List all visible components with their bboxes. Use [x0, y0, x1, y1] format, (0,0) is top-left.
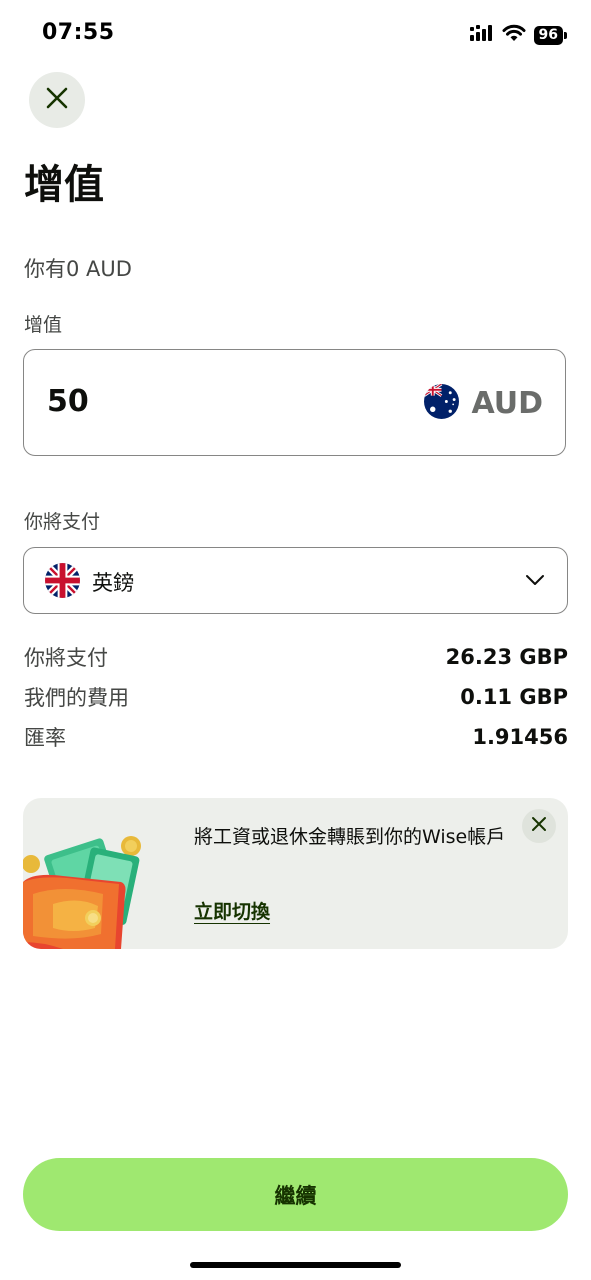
- summary-label: 我們的費用: [24, 686, 129, 710]
- balance-text: 你有0 AUD: [24, 257, 132, 281]
- summary-value: 1.91456: [472, 725, 568, 749]
- promo-close-button[interactable]: [522, 809, 556, 843]
- battery-icon: 96: [533, 25, 567, 45]
- continue-button[interactable]: 繼續: [23, 1158, 568, 1231]
- top-up-screen: 07:55 96 增值 你有0 AUD 增值 50 AUD 你將支付 英鎊 你將…: [0, 0, 591, 1280]
- amount-label: 增值: [24, 314, 63, 336]
- close-icon: [45, 86, 69, 114]
- amount-input[interactable]: 50 AUD: [23, 349, 566, 456]
- close-button[interactable]: [29, 72, 85, 128]
- currency-code: AUD: [471, 386, 543, 421]
- status-time: 07:55: [42, 20, 115, 45]
- chevron-down-icon: [525, 572, 545, 591]
- payment-method-value: 英鎊: [92, 571, 134, 595]
- summary-row-fee: 我們的費用 0.11 GBP: [24, 682, 568, 712]
- promo-card: 將工資或退休金轉賬到你的Wise帳戶 立即切換: [23, 798, 568, 949]
- close-icon: [531, 816, 547, 836]
- summary-value: 26.23 GBP: [445, 645, 568, 669]
- payment-method-select[interactable]: 英鎊: [23, 547, 568, 614]
- payment-label: 你將支付: [24, 511, 101, 533]
- uk-flag-icon: [45, 563, 80, 602]
- home-indicator: [190, 1262, 401, 1268]
- amount-value[interactable]: 50: [47, 384, 89, 419]
- currency-selector[interactable]: AUD: [424, 384, 543, 423]
- signal-icon: [469, 25, 494, 45]
- wifi-icon: [502, 24, 526, 46]
- page-title: 增值: [24, 162, 104, 208]
- summary-label: 匯率: [24, 726, 66, 750]
- switch-now-link[interactable]: 立即切換: [194, 897, 270, 924]
- battery-level: 96: [533, 25, 563, 45]
- australia-flag-icon: [424, 384, 460, 423]
- status-icons: 96: [469, 24, 567, 46]
- wallet-money-illustration: [23, 824, 153, 949]
- summary-row-rate: 匯率 1.91456: [24, 722, 568, 752]
- summary-label: 你將支付: [24, 646, 108, 670]
- summary-value: 0.11 GBP: [460, 685, 568, 709]
- promo-text: 將工資或退休金轉賬到你的Wise帳戶: [194, 826, 506, 848]
- summary-row-pay: 你將支付 26.23 GBP: [24, 642, 568, 672]
